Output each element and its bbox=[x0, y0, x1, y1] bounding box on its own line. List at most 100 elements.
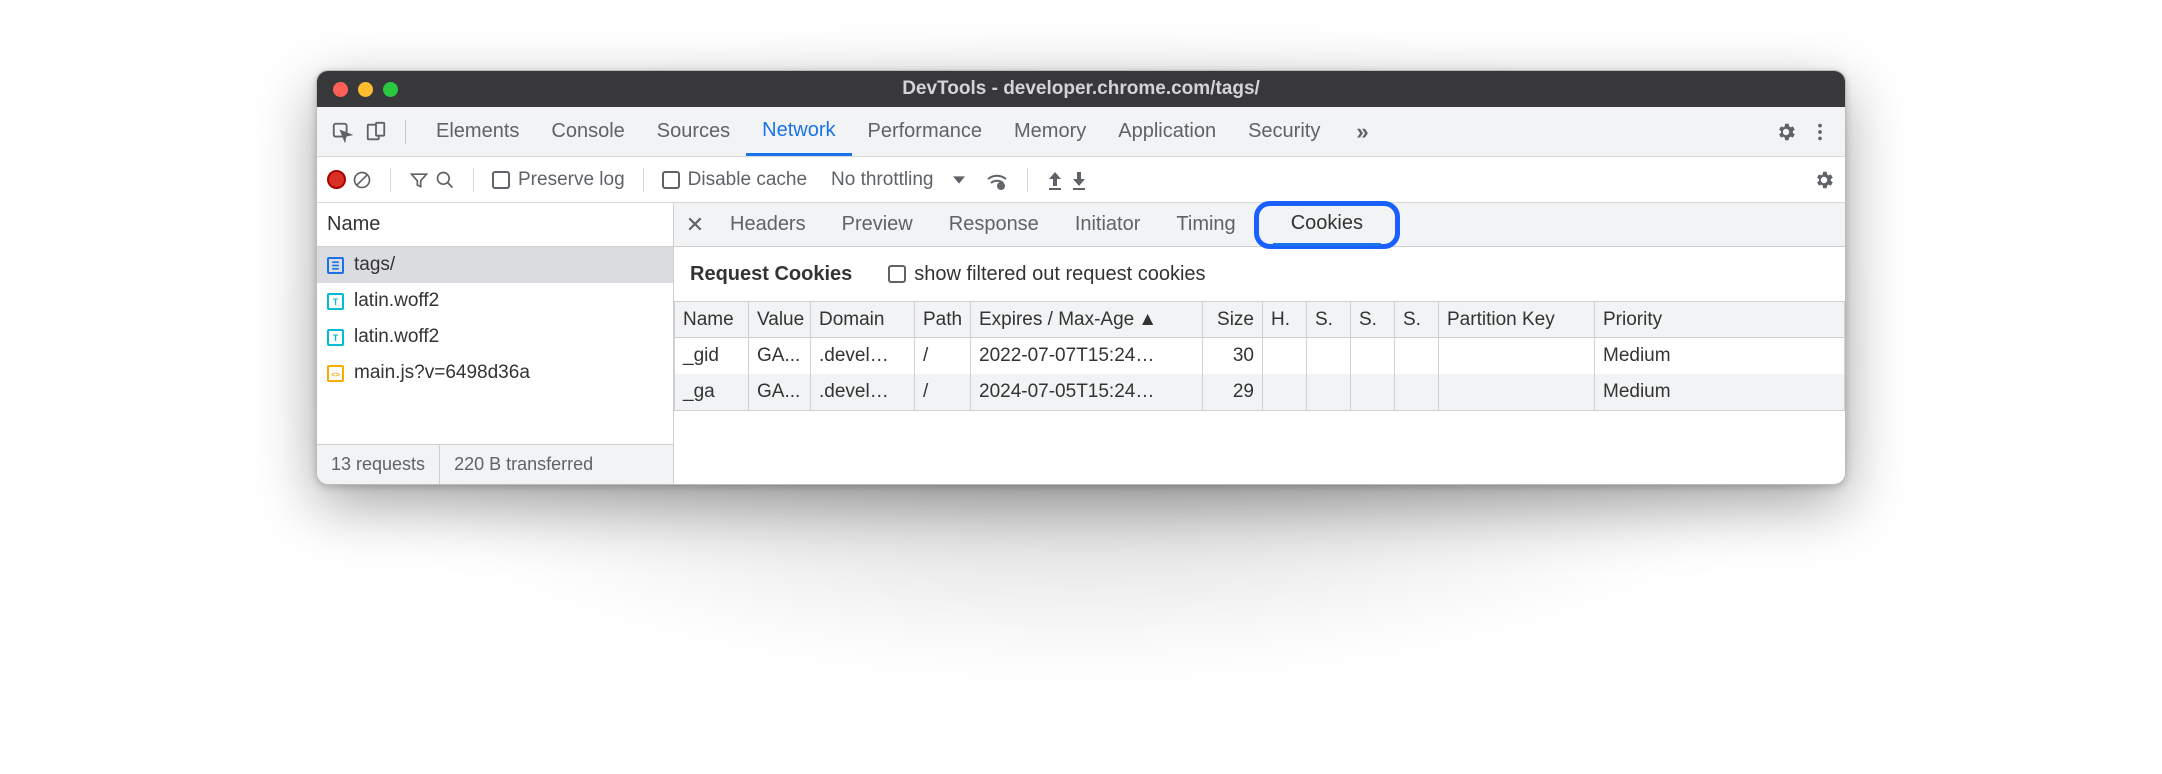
request-name: tags/ bbox=[354, 254, 395, 276]
window-title: DevTools - developer.chrome.com/tags/ bbox=[317, 78, 1845, 100]
cookie-row[interactable]: _gidGA....devel…/2022-07-07T15:24…30 Medi… bbox=[675, 338, 1844, 374]
tab-network[interactable]: Network bbox=[746, 108, 851, 156]
preserve-log-label: Preserve log bbox=[518, 169, 625, 191]
download-har-icon[interactable] bbox=[1070, 170, 1088, 190]
cookie-col-header[interactable]: Name bbox=[675, 302, 749, 337]
detail-tab-initiator[interactable]: Initiator bbox=[1057, 204, 1159, 246]
cookie-cell-priority: Medium bbox=[1595, 338, 1844, 374]
cookie-col-header[interactable]: Expires / Max-Age▲ bbox=[971, 302, 1203, 337]
record-button[interactable] bbox=[327, 170, 346, 189]
cookie-cell-domain: .devel… bbox=[811, 374, 915, 410]
cookie-col-header[interactable]: Priority bbox=[1595, 302, 1844, 337]
request-name: latin.woff2 bbox=[354, 326, 439, 348]
device-toolbar-icon[interactable] bbox=[361, 117, 391, 147]
clear-icon[interactable] bbox=[352, 170, 372, 190]
show-filtered-cookies-checkbox[interactable]: show filtered out request cookies bbox=[888, 263, 1205, 286]
cookie-cell-h bbox=[1263, 338, 1307, 374]
cookie-cell-s1 bbox=[1307, 374, 1351, 410]
request-name: latin.woff2 bbox=[354, 290, 439, 312]
cookie-col-header[interactable]: S. bbox=[1307, 302, 1351, 337]
cookie-cell-pk bbox=[1439, 338, 1595, 374]
cookie-col-header[interactable]: Size bbox=[1203, 302, 1263, 337]
cookie-cell-value: GA... bbox=[749, 338, 811, 374]
disable-cache-checkbox[interactable]: Disable cache bbox=[662, 169, 807, 191]
cookie-col-header[interactable]: Domain bbox=[811, 302, 915, 337]
cookie-row[interactable]: _gaGA....devel…/2024-07-05T15:24…29Mediu… bbox=[675, 374, 1844, 410]
request-cookies-heading: Request Cookies bbox=[690, 263, 852, 286]
tab-performance[interactable]: Performance bbox=[852, 108, 999, 156]
throttling-select[interactable]: No throttling bbox=[831, 169, 965, 191]
network-status-bar: 13 requests 220 B transferred bbox=[317, 444, 673, 484]
file-type-icon: <> bbox=[327, 365, 344, 382]
request-row[interactable]: <> main.js?v=6498d36a bbox=[317, 355, 673, 391]
file-type-icon: T bbox=[327, 329, 344, 346]
detail-tab-headers[interactable]: Headers bbox=[712, 204, 824, 246]
cookie-cell-s2 bbox=[1351, 374, 1395, 410]
request-row[interactable]: Tlatin.woff2 bbox=[317, 319, 673, 355]
window-titlebar: DevTools - developer.chrome.com/tags/ bbox=[317, 71, 1845, 107]
tab-sources[interactable]: Sources bbox=[641, 108, 746, 156]
request-name: main.js?v=6498d36a bbox=[354, 362, 530, 384]
filter-icon[interactable] bbox=[409, 170, 429, 190]
cookie-cell-name: _ga bbox=[675, 374, 749, 410]
close-window-button[interactable] bbox=[333, 82, 348, 97]
tab-memory[interactable]: Memory bbox=[998, 108, 1102, 156]
svg-text:T: T bbox=[333, 296, 339, 306]
svg-text:T: T bbox=[333, 332, 339, 342]
settings-icon[interactable] bbox=[1771, 117, 1801, 147]
file-type-icon bbox=[327, 257, 344, 274]
cookies-table: NameValueDomainPathExpires / Max-Age▲Siz… bbox=[674, 301, 1845, 411]
file-type-icon: T bbox=[327, 293, 344, 310]
cookie-col-header[interactable]: Path bbox=[915, 302, 971, 337]
detail-tab-timing[interactable]: Timing bbox=[1158, 204, 1253, 246]
detail-tab-cookies[interactable]: Cookies bbox=[1254, 201, 1400, 249]
more-tabs-button[interactable]: » bbox=[1340, 108, 1378, 156]
show-filtered-label: show filtered out request cookies bbox=[914, 263, 1205, 286]
disable-cache-label: Disable cache bbox=[688, 169, 807, 191]
network-toolbar: Preserve log Disable cache No throttling bbox=[317, 157, 1845, 203]
cookie-cell-name: _gid bbox=[675, 338, 749, 374]
search-icon[interactable] bbox=[435, 170, 455, 190]
detail-tab-preview[interactable]: Preview bbox=[824, 204, 931, 246]
cookie-cell-expires: 2024-07-05T15:24… bbox=[971, 374, 1203, 410]
tab-elements[interactable]: Elements bbox=[420, 108, 535, 156]
cookie-cell-size: 30 bbox=[1203, 338, 1263, 374]
request-detail-tabs: ✕ HeadersPreviewResponseInitiatorTimingC… bbox=[674, 203, 1845, 247]
tab-application[interactable]: Application bbox=[1102, 108, 1232, 156]
cookie-cell-priority: Medium bbox=[1595, 374, 1844, 410]
upload-har-icon[interactable] bbox=[1046, 170, 1064, 190]
cookie-cell-s1 bbox=[1307, 338, 1351, 374]
cookie-cell-s3 bbox=[1395, 374, 1439, 410]
preserve-log-checkbox[interactable]: Preserve log bbox=[492, 169, 625, 191]
cookie-col-header[interactable]: H. bbox=[1263, 302, 1307, 337]
cookie-col-header[interactable]: S. bbox=[1395, 302, 1439, 337]
close-detail-icon[interactable]: ✕ bbox=[678, 212, 712, 238]
cookie-cell-path: / bbox=[915, 338, 971, 374]
cookie-cell-expires: 2022-07-07T15:24… bbox=[971, 338, 1203, 374]
cookie-col-header[interactable]: S. bbox=[1351, 302, 1395, 337]
cookie-col-header[interactable]: Partition Key bbox=[1439, 302, 1595, 337]
inspect-element-icon[interactable] bbox=[327, 117, 357, 147]
request-row[interactable]: tags/ bbox=[317, 247, 673, 283]
maximize-window-button[interactable] bbox=[383, 82, 398, 97]
minimize-window-button[interactable] bbox=[358, 82, 373, 97]
network-conditions-icon[interactable] bbox=[985, 169, 1009, 191]
detail-tab-response[interactable]: Response bbox=[931, 204, 1057, 246]
cookie-cell-s2 bbox=[1351, 338, 1395, 374]
throttling-value: No throttling bbox=[831, 169, 933, 191]
chevron-down-icon bbox=[953, 174, 965, 186]
request-row[interactable]: Tlatin.woff2 bbox=[317, 283, 673, 319]
cookie-cell-domain: .devel… bbox=[811, 338, 915, 374]
network-settings-icon[interactable] bbox=[1813, 169, 1835, 191]
cookie-cell-path: / bbox=[915, 374, 971, 410]
request-count: 13 requests bbox=[317, 445, 439, 484]
kebab-menu-icon[interactable] bbox=[1805, 117, 1835, 147]
name-column-header[interactable]: Name bbox=[317, 203, 673, 247]
sort-asc-icon: ▲ bbox=[1138, 309, 1157, 331]
cookie-col-header[interactable]: Value bbox=[749, 302, 811, 337]
tab-security[interactable]: Security bbox=[1232, 108, 1336, 156]
svg-text:<>: <> bbox=[331, 369, 340, 378]
tab-console[interactable]: Console bbox=[535, 108, 640, 156]
transferred-size: 220 B transferred bbox=[440, 445, 607, 484]
cookie-cell-value: GA... bbox=[749, 374, 811, 410]
